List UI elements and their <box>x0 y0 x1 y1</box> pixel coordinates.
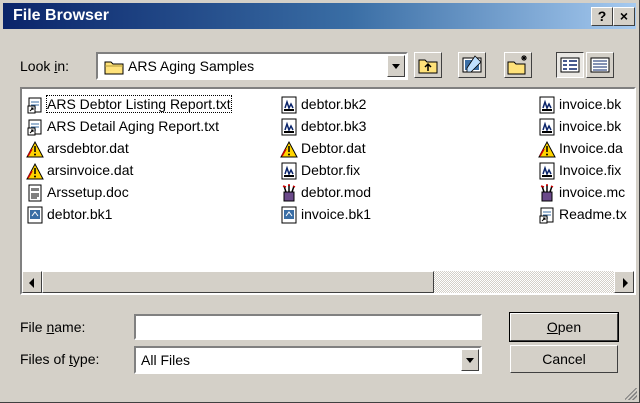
bk2-file-icon <box>280 118 298 136</box>
up-folder-icon <box>418 59 438 74</box>
file-name: Debtor.dat <box>301 140 366 156</box>
file-item[interactable]: debtor.bk2 <box>280 93 371 115</box>
file-name-label: File name: <box>20 319 86 335</box>
file-item[interactable]: ARS Debtor Listing Report.txt <box>26 93 232 115</box>
window-title: File Browser <box>13 7 110 24</box>
doc-file-icon <box>26 184 44 202</box>
details-view-button[interactable] <box>586 52 614 78</box>
horizontal-scrollbar[interactable] <box>22 271 634 293</box>
file-list-column-3: invoice.bk invoice.bk Invoice.da Invoice.fi… <box>538 93 627 225</box>
file-item[interactable]: Readme.tx <box>538 203 627 225</box>
file-name: arsinvoice.dat <box>47 162 134 178</box>
scroll-right-button[interactable] <box>614 271 634 293</box>
shortcut-icon <box>26 118 44 136</box>
file-name: Readme.tx <box>559 206 627 222</box>
shortcut-icon <box>538 206 556 224</box>
mod-file-icon <box>280 184 298 202</box>
file-item[interactable]: Invoice.da <box>538 137 627 159</box>
open-button[interactable]: Open <box>509 312 619 342</box>
mod-file-icon <box>538 184 556 202</box>
desktop-button[interactable] <box>458 52 486 78</box>
file-item[interactable]: debtor.mod <box>280 181 371 203</box>
file-name: Debtor.fix <box>301 162 361 178</box>
file-item[interactable]: arsdebtor.dat <box>26 137 231 159</box>
close-button[interactable]: × <box>613 7 635 26</box>
file-item[interactable]: ARS Detail Aging Report.txt <box>26 115 231 137</box>
list-view-button[interactable] <box>556 52 584 78</box>
help-button[interactable]: ? <box>591 7 613 26</box>
details-view-icon <box>590 57 610 73</box>
file-name: ARS Debtor Listing Report.txt <box>46 95 232 113</box>
files-of-type-label: Files of type: <box>20 351 100 367</box>
file-list[interactable]: ARS Debtor Listing Report.txt ARS Detail … <box>20 87 636 295</box>
file-item[interactable]: invoice.bk <box>538 93 627 115</box>
look-in-combo[interactable]: ARS Aging Samples <box>96 52 408 80</box>
bk2-file-icon <box>538 162 556 180</box>
dat-file-icon <box>538 140 556 158</box>
bk-file-icon <box>280 206 298 224</box>
title-bar[interactable]: File Browser ? × <box>3 3 636 29</box>
file-item[interactable]: debtor.bk3 <box>280 115 371 137</box>
file-name: invoice.bk <box>559 96 622 112</box>
bk2-file-icon <box>538 96 556 114</box>
file-name: debtor.bk2 <box>301 96 367 112</box>
file-name-input[interactable] <box>136 316 480 338</box>
look-in-value: ARS Aging Samples <box>128 58 255 74</box>
up-folder-button[interactable] <box>414 52 442 78</box>
file-browser-dialog: File Browser ? × Look in: ARS Aging Samp… <box>0 0 640 403</box>
file-list-column-1: ARS Debtor Listing Report.txt ARS Detail … <box>26 93 232 225</box>
file-item[interactable]: Debtor.fix <box>280 159 371 181</box>
dat-file-icon <box>26 162 44 180</box>
desktop-icon <box>462 55 482 73</box>
resize-grip-icon[interactable] <box>625 388 637 400</box>
bk2-file-icon <box>538 118 556 136</box>
file-name: debtor.bk1 <box>47 206 113 222</box>
file-item[interactable]: invoice.bk1 <box>280 203 371 225</box>
dat-file-icon <box>280 140 298 158</box>
cancel-button[interactable]: Cancel <box>510 345 618 373</box>
file-item[interactable]: invoice.bk <box>538 115 627 137</box>
file-item[interactable]: arsinvoice.dat <box>26 159 231 181</box>
file-item[interactable]: Invoice.fix <box>538 159 627 181</box>
scroll-left-button[interactable] <box>22 271 42 293</box>
file-name: debtor.bk3 <box>301 118 367 134</box>
file-name: Invoice.da <box>559 140 623 156</box>
look-in-dropdown-arrow[interactable] <box>387 55 405 77</box>
file-type-value: All Files <box>141 352 191 368</box>
file-name: invoice.bk1 <box>301 206 372 222</box>
file-name: invoice.mc <box>559 184 626 200</box>
look-in-label: Look in: <box>20 58 70 74</box>
file-name: ARS Detail Aging Report.txt <box>47 118 219 134</box>
file-name: debtor.mod <box>301 184 372 200</box>
bk2-file-icon <box>280 96 298 114</box>
file-name-field[interactable] <box>134 314 482 340</box>
file-item[interactable]: Debtor.dat <box>280 137 371 159</box>
bk2-file-icon <box>280 162 298 180</box>
new-folder-button[interactable] <box>504 52 532 78</box>
shortcut-icon <box>26 96 44 114</box>
file-item[interactable]: invoice.mc <box>538 181 627 203</box>
file-item[interactable]: Arssetup.doc <box>26 181 231 203</box>
file-name: Arssetup.doc <box>47 184 129 200</box>
file-list-column-2: debtor.bk2 debtor.bk3 Debtor.dat Debtor.fix… <box>280 93 371 225</box>
file-item[interactable]: debtor.bk1 <box>26 203 231 225</box>
file-name: Invoice.fix <box>559 162 622 178</box>
file-name: invoice.bk <box>559 118 622 134</box>
folder-icon <box>104 61 124 75</box>
new-folder-icon <box>507 55 527 75</box>
dat-file-icon <box>26 140 44 158</box>
list-view-icon <box>560 57 580 73</box>
bk-file-icon <box>26 206 44 224</box>
file-type-dropdown-arrow[interactable] <box>461 349 479 371</box>
file-type-combo[interactable]: All Files <box>134 346 482 374</box>
file-name: arsdebtor.dat <box>47 140 129 156</box>
scroll-thumb[interactable] <box>42 271 434 293</box>
